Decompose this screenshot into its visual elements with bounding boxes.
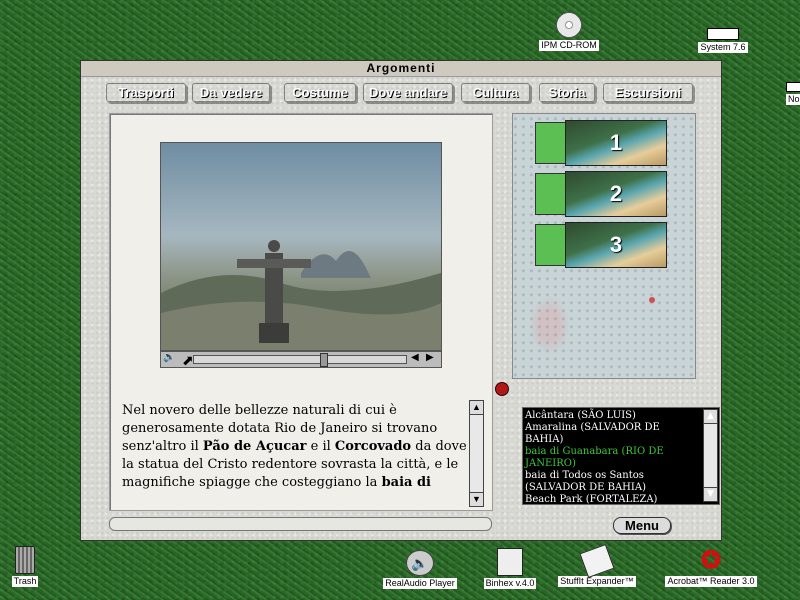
- tab-storia[interactable]: Storia: [539, 83, 595, 102]
- text-bold-corcovado: Corcovado: [334, 439, 412, 454]
- video-frame[interactable]: [160, 142, 442, 351]
- excursion-thumb-1[interactable]: 1: [535, 120, 667, 166]
- list-scroll-down-icon[interactable]: ▼: [704, 487, 717, 501]
- list-item[interactable]: baia di Guanabara (RIO DE JANEIRO): [525, 446, 701, 470]
- video-scrubber[interactable]: [193, 353, 407, 367]
- tab-costume[interactable]: Costume: [284, 83, 356, 102]
- realaudio-icon[interactable]: 🔈 RealAudio Player: [378, 550, 462, 589]
- map-panel: 1 2 3: [512, 113, 696, 379]
- tab-trasporti[interactable]: Trasporti: [106, 83, 186, 102]
- window-title: Argomenti: [81, 61, 721, 77]
- tab-cultura[interactable]: Cultura: [461, 83, 530, 102]
- tab-dove-andare[interactable]: Dove andare: [363, 83, 453, 102]
- text-part-2: e il: [306, 439, 335, 454]
- system-disk-icon[interactable]: System 7.6: [692, 28, 754, 53]
- description-text: Nel novero delle bellezze naturali di cu…: [122, 402, 472, 507]
- list-item[interactable]: baia di Todos os Santos (SALVADOR DE BAH…: [525, 470, 701, 494]
- text-scrollbar[interactable]: ▲ ▼: [469, 400, 484, 507]
- place-list: Alcântara (SÃO LUIS) Amaralina (SALVADOR…: [522, 407, 720, 505]
- list-scroll-up-icon[interactable]: ▲: [704, 410, 717, 424]
- tab-escursioni[interactable]: Escursioni: [603, 83, 693, 102]
- play-button[interactable]: [495, 382, 509, 396]
- thumb-label-3: 3: [565, 222, 667, 268]
- argomenti-window: Argomenti Trasporti Da vedere Costume Do…: [80, 60, 722, 541]
- trash-label: Trash: [11, 576, 39, 587]
- text-bold-pao: Pão de Açucar: [202, 439, 307, 454]
- system-disk-label: System 7.6: [698, 42, 748, 53]
- step-forward-icon[interactable]: ▶: [426, 352, 434, 363]
- scroll-down-icon[interactable]: ▼: [470, 492, 483, 506]
- trash-icon[interactable]: Trash: [8, 546, 42, 587]
- binhex-icon[interactable]: Binhex v.4.0: [478, 548, 542, 589]
- list-item[interactable]: Beach Park (FORTALEZA): [525, 494, 701, 506]
- edge-disk-icon[interactable]: Nor: [786, 82, 800, 105]
- realaudio-label: RealAudio Player: [383, 578, 457, 589]
- speaker-icon[interactable]: 🔈: [163, 352, 175, 363]
- list-item[interactable]: Alcântara (SÃO LUIS): [525, 410, 701, 422]
- cursor-pointer-icon: ⬈: [182, 352, 194, 368]
- content-panel: 🔈 ◀ ▶ ⬈ Nel novero delle bellezze natura…: [109, 113, 493, 511]
- video-controls: 🔈 ◀ ▶: [160, 351, 442, 368]
- cdrom-icon[interactable]: IPM CD-ROM: [536, 12, 602, 51]
- scroll-up-icon[interactable]: ▲: [470, 401, 483, 415]
- thumb-select-2[interactable]: [535, 173, 567, 215]
- christ-redeemer-image: [161, 240, 441, 350]
- acrobat-label: Acrobat™ Reader 3.0: [665, 576, 757, 587]
- thumb-select-3[interactable]: [535, 224, 567, 266]
- thumb-label-2: 2: [565, 171, 667, 217]
- stuffit-label: StuffIt Expander™: [558, 576, 636, 587]
- excursion-thumb-3[interactable]: 3: [535, 222, 667, 268]
- scrubber-knob[interactable]: [320, 353, 328, 367]
- thumb-label-1: 1: [565, 120, 667, 166]
- map-marker[interactable]: [649, 297, 655, 303]
- menu-button[interactable]: Menu: [613, 517, 671, 534]
- step-back-icon[interactable]: ◀: [411, 352, 419, 363]
- list-scrollbar[interactable]: ▲ ▼: [703, 409, 718, 502]
- edge-disk-label: Nor: [786, 94, 800, 105]
- text-bold-baia: baia di: [381, 475, 431, 490]
- list-item[interactable]: Amaralina (SALVADOR DE BAHIA): [525, 422, 701, 446]
- binhex-label: Binhex v.4.0: [483, 578, 537, 589]
- cdrom-label: IPM CD-ROM: [539, 40, 599, 51]
- status-bar: [109, 517, 492, 531]
- acrobat-icon[interactable]: ✪ Acrobat™ Reader 3.0: [658, 548, 764, 587]
- tab-da-vedere[interactable]: Da vedere: [192, 83, 270, 102]
- excursion-thumb-2[interactable]: 2: [535, 171, 667, 217]
- stuffit-icon[interactable]: StuffIt Expander™: [552, 543, 642, 587]
- thumb-select-1[interactable]: [535, 122, 567, 164]
